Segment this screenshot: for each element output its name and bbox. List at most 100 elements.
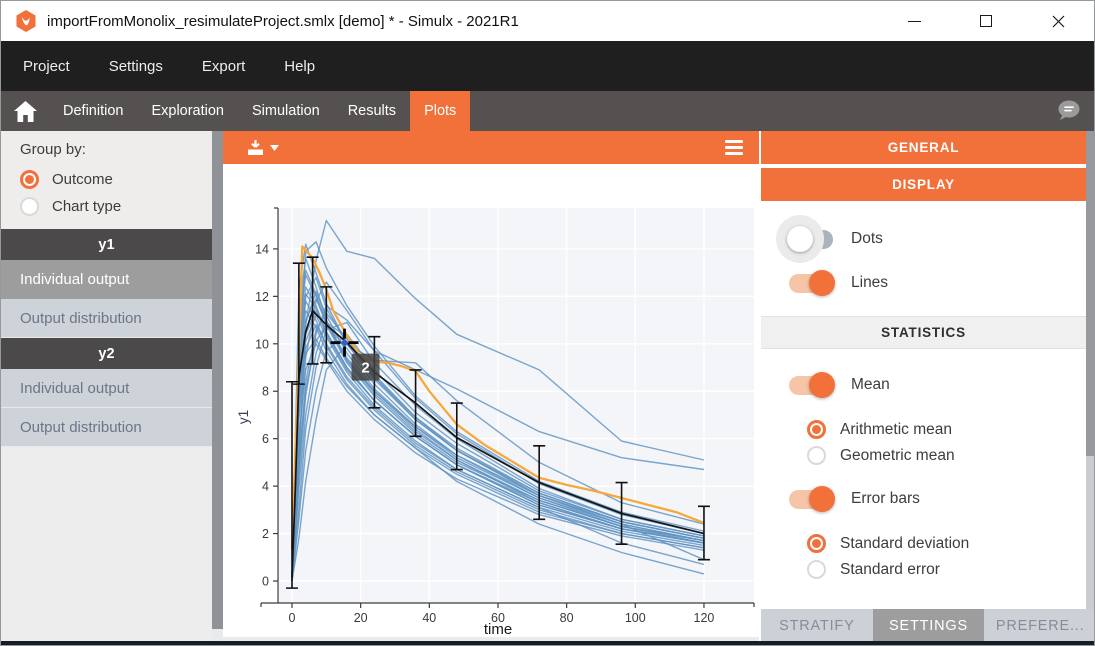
arithmetic-mean-label: Arithmetic mean — [840, 421, 952, 439]
sidebar-header-y2: y2 — [1, 338, 212, 369]
chart-type-radio[interactable] — [20, 197, 39, 216]
tab-exploration[interactable]: Exploration — [137, 91, 238, 131]
settings-scrollbar[interactable] — [1086, 131, 1095, 609]
arithmetic-mean-radio[interactable] — [807, 420, 826, 439]
menu-help[interactable]: Help — [284, 58, 315, 75]
individual-output-chart[interactable]: 02040608010012002468101214timey12 — [223, 164, 759, 637]
svg-text:0: 0 — [262, 575, 269, 589]
menu-project[interactable]: Project — [23, 58, 70, 75]
plot-toolbar — [223, 131, 759, 164]
window-title: importFromMonolix_resimulateProject.smlx… — [47, 13, 519, 30]
simulx-logo-icon — [14, 9, 38, 33]
svg-text:time: time — [484, 621, 512, 637]
group-by-chart-type-option[interactable]: Chart type — [20, 193, 212, 220]
caret-down-icon — [270, 145, 279, 151]
svg-text:2: 2 — [361, 360, 369, 377]
svg-text:2: 2 — [262, 527, 269, 541]
close-button[interactable] — [1022, 1, 1094, 41]
statistics-section-label: STATISTICS — [881, 325, 966, 340]
menu-bar: Project Settings Export Help — [1, 41, 1094, 91]
tab-simulation[interactable]: Simulation — [238, 91, 334, 131]
standard-error-option[interactable]: Standard error — [761, 559, 1086, 580]
svg-text:100: 100 — [625, 611, 646, 625]
maximize-icon — [980, 15, 992, 27]
export-plot-button[interactable] — [247, 140, 279, 156]
tab-plots-label: Plots — [424, 103, 456, 119]
home-button[interactable] — [1, 91, 49, 131]
standard-deviation-option[interactable]: Standard deviation — [761, 533, 1086, 554]
group-by-label: Group by: — [20, 141, 212, 158]
svg-text:8: 8 — [262, 385, 269, 399]
menu-icon — [725, 146, 743, 149]
group-by-outcome-option[interactable]: Outcome — [20, 166, 212, 193]
toggle-knob — [809, 372, 835, 398]
svg-text:0: 0 — [289, 611, 296, 625]
scrollbar-thumb[interactable] — [1086, 131, 1095, 456]
minimize-button[interactable] — [878, 1, 950, 41]
tab-stratify-label: STRATIFY — [779, 618, 854, 634]
title-bar: importFromMonolix_resimulateProject.smlx… — [1, 1, 1094, 41]
mean-toggle-row: Mean — [761, 371, 1086, 399]
general-section-header[interactable]: GENERAL — [761, 131, 1086, 164]
tab-stratify[interactable]: STRATIFY — [761, 609, 873, 643]
svg-text:10: 10 — [255, 337, 269, 351]
sidebar-item-label: Individual output — [20, 380, 129, 397]
error-bars-toggle-row: Error bars — [761, 485, 1086, 513]
svg-text:y1: y1 — [236, 410, 251, 424]
error-bars-toggle[interactable] — [789, 490, 833, 509]
tab-results[interactable]: Results — [334, 91, 410, 131]
speech-bubble-icon — [1055, 99, 1082, 123]
plot-menu-button[interactable] — [725, 140, 743, 158]
display-section-label: DISPLAY — [892, 177, 955, 192]
arithmetic-mean-option[interactable]: Arithmetic mean — [761, 419, 1086, 440]
panel-bottom-tabs: STRATIFY SETTINGS PREFERE... — [761, 609, 1095, 643]
mean-toggle[interactable] — [789, 376, 833, 395]
maximize-button[interactable] — [950, 1, 1022, 41]
geometric-mean-radio[interactable] — [807, 446, 826, 465]
sidebar-item-label: Individual output — [20, 271, 129, 288]
window-controls — [878, 1, 1094, 41]
tab-results-label: Results — [348, 103, 396, 119]
download-icon — [247, 140, 264, 156]
tab-plots[interactable]: Plots — [410, 91, 470, 131]
error-bars-toggle-label: Error bars — [851, 490, 920, 508]
standard-deviation-label: Standard deviation — [840, 535, 969, 553]
sidebar-item-label: Output distribution — [20, 419, 142, 436]
feedback-button[interactable] — [1050, 91, 1086, 131]
sidebar-item-label: Output distribution — [20, 310, 142, 327]
toggle-knob — [809, 486, 835, 512]
standard-deviation-radio[interactable] — [807, 534, 826, 553]
tab-simulation-label: Simulation — [252, 103, 320, 119]
svg-text:4: 4 — [262, 480, 269, 494]
window-bottom-border — [1, 641, 1094, 645]
display-section-header[interactable]: DISPLAY — [761, 168, 1086, 201]
tab-settings-label: SETTINGS — [889, 618, 968, 634]
dots-toggle[interactable] — [789, 230, 833, 249]
menu-icon — [725, 140, 743, 143]
group-by-section: Group by: Outcome Chart type — [1, 131, 212, 229]
lines-toggle[interactable] — [789, 274, 833, 293]
plots-sidebar: Group by: Outcome Chart type y1 Individu… — [1, 131, 212, 643]
menu-export[interactable]: Export — [202, 58, 245, 75]
sidebar-item-y1-output-distribution[interactable]: Output distribution — [1, 299, 212, 338]
tab-settings[interactable]: SETTINGS — [873, 609, 985, 643]
tab-exploration-label: Exploration — [151, 103, 224, 119]
svg-text:12: 12 — [255, 290, 269, 304]
menu-settings[interactable]: Settings — [109, 58, 163, 75]
home-icon — [14, 101, 37, 122]
sidebar-item-y2-individual-output[interactable]: Individual output — [1, 369, 212, 408]
tab-preferences[interactable]: PREFERE... — [984, 609, 1095, 643]
simulx-window: importFromMonolix_resimulateProject.smlx… — [0, 0, 1095, 646]
tab-definition[interactable]: Definition — [49, 91, 137, 131]
sidebar-item-y2-output-distribution[interactable]: Output distribution — [1, 408, 212, 447]
svg-text:6: 6 — [262, 432, 269, 446]
standard-error-radio[interactable] — [807, 560, 826, 579]
toggle-knob — [809, 270, 835, 296]
scrollbar-thumb[interactable] — [212, 131, 223, 629]
outcome-radio[interactable] — [20, 170, 39, 189]
content-vertical-scrollbar[interactable] — [212, 131, 223, 643]
geometric-mean-label: Geometric mean — [840, 447, 955, 465]
geometric-mean-option[interactable]: Geometric mean — [761, 445, 1086, 466]
plot-area: 02040608010012002468101214timey12 — [223, 131, 759, 643]
sidebar-item-y1-individual-output[interactable]: Individual output — [1, 260, 212, 299]
